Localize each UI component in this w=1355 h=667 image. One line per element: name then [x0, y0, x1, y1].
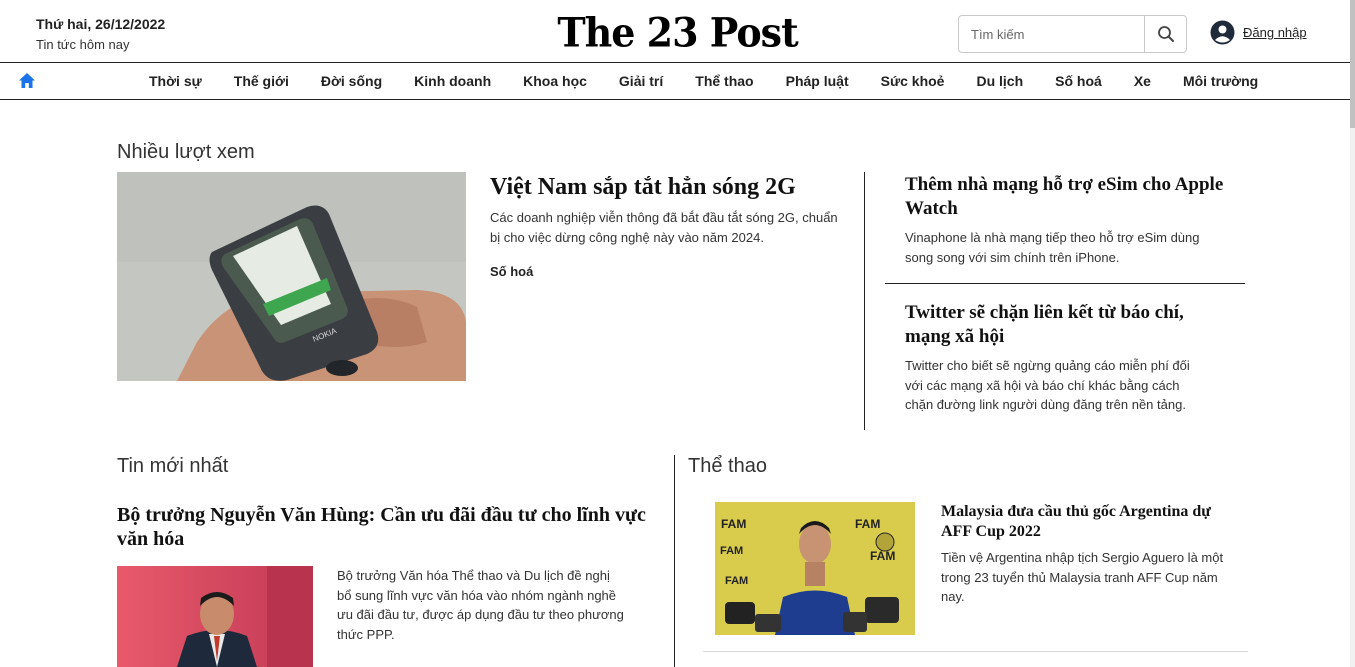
headline-twitter[interactable]: Twitter sẽ chặn liên kết từ báo chí, mạn… [905, 301, 1225, 349]
minister-photo [117, 566, 313, 667]
home-icon [19, 73, 35, 88]
summary-esim: Vinaphone là nhà mạng tiếp theo hỗ trợ e… [905, 230, 1200, 265]
nav-item-so-hoa[interactable]: Số hoá [1039, 73, 1118, 89]
nav-item-phap-luat[interactable]: Pháp luật [770, 73, 865, 89]
article-image-2g-phone[interactable]: NOKIA [117, 172, 466, 381]
login-label[interactable]: Đăng nhập [1243, 25, 1307, 40]
phone-photo: NOKIA [117, 172, 466, 381]
summary-malaysia: Tiền vệ Argentina nhập tịch Sergio Aguer… [941, 550, 1224, 604]
sports-divider [674, 455, 675, 667]
page-scrollbar[interactable] [1350, 0, 1355, 667]
svg-text:FAM: FAM [855, 517, 880, 531]
svg-text:FAM: FAM [720, 545, 743, 557]
nav-item-kinh-doanh[interactable]: Kinh doanh [398, 73, 507, 89]
main-nav: Thời sự Thế giới Đời sống Kinh doanh Kho… [0, 62, 1350, 100]
section-title-sports: Thể thao [688, 455, 767, 477]
nav-menu: Thời sự Thế giới Đời sống Kinh doanh Kho… [133, 63, 1274, 99]
scrollbar-thumb[interactable] [1350, 0, 1355, 128]
top-bar: Thứ hai, 26/12/2022 Tin tức hôm nay The … [0, 0, 1355, 62]
section-title-most-viewed: Nhiều lượt xem [117, 141, 255, 163]
nav-item-thoi-su[interactable]: Thời sự [133, 73, 218, 89]
search-icon [1157, 26, 1174, 42]
article-image-malaysia[interactable]: FAM FAM FAM FAM FAM [715, 502, 915, 635]
nav-item-doi-song[interactable]: Đời sống [305, 73, 398, 89]
search-button[interactable] [1144, 16, 1186, 52]
search-box [958, 15, 1187, 53]
logo-text[interactable]: The 23 Post [557, 9, 798, 56]
malaysia-photo: FAM FAM FAM FAM FAM [715, 502, 915, 635]
sports-list-divider [703, 651, 1248, 652]
side-divider [885, 283, 1245, 284]
search-input[interactable] [959, 16, 1144, 52]
headline-esim[interactable]: Thêm nhà mạng hỗ trợ eSim cho Apple Watc… [905, 173, 1225, 221]
headline-bo-truong[interactable]: Bộ trưởng Nguyễn Văn Hùng: Cần ưu đãi đầ… [117, 503, 657, 551]
nav-item-suc-khoe[interactable]: Sức khoẻ [865, 73, 961, 89]
nav-item-the-thao[interactable]: Thể thao [679, 73, 769, 89]
article-image-minister[interactable] [117, 566, 313, 667]
fam-logo-text: FAM [721, 517, 746, 531]
category-so-hoa[interactable]: Số hoá [490, 264, 533, 279]
summary-2g: Các doanh nghiệp viễn thông đã bắt đầu t… [490, 210, 838, 245]
nav-item-du-lich[interactable]: Du lịch [960, 73, 1039, 89]
column-divider [864, 172, 865, 430]
nav-item-the-gioi[interactable]: Thế giới [218, 73, 305, 89]
nav-item-giai-tri[interactable]: Giải trí [603, 73, 679, 89]
headline-malaysia[interactable]: Malaysia đưa cầu thủ gốc Argentina dự AF… [941, 502, 1241, 542]
home-button[interactable] [18, 72, 36, 94]
summary-bo-truong: Bộ trưởng Văn hóa Thể thao và Du lịch đề… [337, 568, 624, 642]
headline-2g[interactable]: Việt Nam sắp tắt hẳn sóng 2G [490, 172, 850, 202]
svg-text:FAM: FAM [725, 575, 748, 587]
nav-item-xe[interactable]: Xe [1118, 73, 1167, 89]
user-icon [1210, 20, 1235, 45]
summary-twitter: Twitter cho biết sẽ ngừng quảng cáo miễn… [905, 358, 1190, 412]
login-link[interactable]: Đăng nhập [1210, 20, 1307, 45]
nav-item-moi-truong[interactable]: Môi trường [1167, 73, 1274, 89]
section-title-latest: Tin mới nhất [117, 455, 229, 477]
nav-item-khoa-hoc[interactable]: Khoa học [507, 73, 603, 89]
